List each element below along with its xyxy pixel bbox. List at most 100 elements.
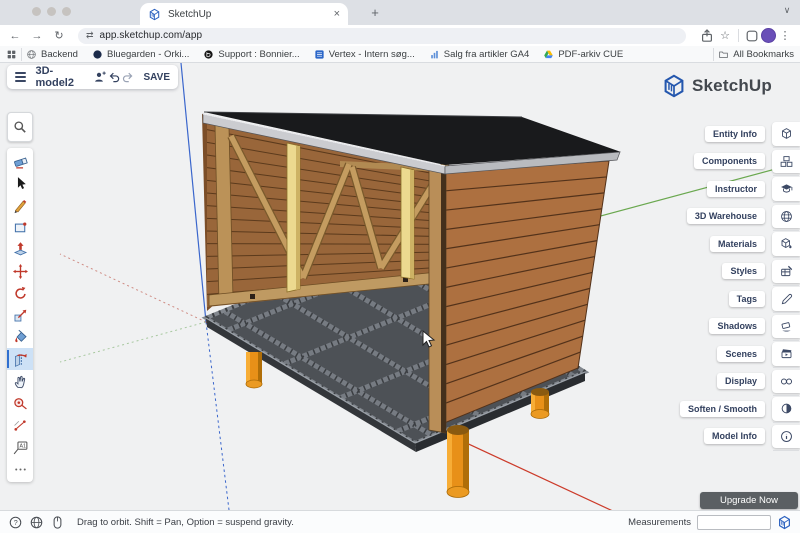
entity-info-panel-button[interactable] [772, 122, 800, 146]
paint-bucket-tool[interactable] [7, 326, 33, 348]
browser-menu-icon[interactable]: ⋮ [776, 28, 794, 44]
sketchup-logo-icon [777, 515, 792, 530]
panel-row-warehouse: 3D Warehouse [680, 205, 800, 229]
forward-button[interactable]: → [26, 30, 48, 42]
bookmark-item[interactable]: Salg fra artikler GA4 [429, 49, 530, 60]
undo-icon[interactable] [107, 69, 121, 85]
line-tool[interactable] [7, 194, 33, 216]
tape-measure-tool[interactable] [7, 392, 33, 414]
sketchup-logo-icon [662, 74, 686, 98]
panel-label: Scenes [717, 346, 765, 362]
panel-label: Components [694, 153, 765, 169]
rotate-tool[interactable] [7, 282, 33, 304]
select-tool[interactable] [7, 172, 33, 194]
search-tool-button[interactable] [7, 112, 33, 142]
help-icon[interactable]: ? [8, 515, 23, 530]
text-label-tool[interactable]: A1 [7, 436, 33, 458]
shadows-icon [779, 319, 794, 334]
bookmark-item[interactable]: Bluegarden - Orki... [92, 49, 189, 60]
circle-black-fav-icon [203, 49, 214, 60]
hand-icon [12, 373, 29, 390]
upgrade-button[interactable]: Upgrade Now [700, 492, 798, 509]
sketchup-favicon [148, 8, 161, 21]
measurements-label: Measurements [628, 517, 691, 528]
right-panel: Entity Info Components Instructor [680, 122, 800, 448]
more-tools-tool[interactable] [7, 458, 33, 480]
push-pull-tool[interactable] [7, 238, 33, 260]
rectangle-tool[interactable] [7, 216, 33, 238]
display-panel-button[interactable] [772, 370, 800, 394]
profile-avatar[interactable] [761, 28, 776, 43]
bookmark-label: Salg fra artikler GA4 [444, 49, 530, 60]
redo-icon[interactable] [121, 69, 135, 85]
panel-row-styles: Styles [680, 260, 800, 284]
bookmark-item[interactable]: Support : Bonnier... [203, 49, 299, 60]
bookmark-star-icon[interactable]: ☆ [716, 28, 734, 44]
mouse-hint-icon [50, 515, 65, 530]
extensions-icon[interactable] [743, 28, 761, 44]
paint-bucket-icon [12, 329, 29, 346]
axis-blue [181, 63, 206, 322]
bookmark-item[interactable]: Backend [26, 49, 78, 60]
save-button[interactable]: SAVE [144, 72, 171, 83]
browser-tab-strip: SketchUp × + ∨ [0, 0, 800, 25]
site-settings-icon[interactable]: ⇄ [86, 30, 94, 41]
tab-title: SketchUp [168, 9, 334, 20]
document-title[interactable]: 3D-model2 [35, 65, 85, 89]
styles-panel-button[interactable] [772, 260, 800, 284]
panel-label: Instructor [707, 181, 765, 197]
eraser-tool[interactable] [7, 150, 33, 172]
panel-label: Soften / Smooth [680, 401, 765, 417]
main-menu-icon[interactable] [15, 70, 26, 84]
bookmark-label: Support : Bonnier... [218, 49, 299, 60]
move-tool[interactable] [7, 260, 33, 282]
panel-label: Model Info [704, 428, 765, 444]
post [246, 352, 262, 388]
circle-navy-fav-icon [92, 49, 103, 60]
dimension-tool[interactable] [7, 414, 33, 436]
instructor-panel-button[interactable] [772, 177, 800, 201]
new-tab-button[interactable]: + [366, 4, 384, 22]
model-info-icon [779, 429, 794, 444]
tape-measure-icon [12, 395, 29, 412]
bookmark-label: Backend [41, 49, 78, 60]
panel-row-model-info: Model Info [680, 425, 800, 449]
language-globe-icon[interactable] [29, 515, 44, 530]
panel-row-soften: Soften / Smooth [680, 397, 800, 421]
status-hint-text: Drag to orbit. Shift = Pan, Option = sus… [77, 517, 294, 528]
panel-label: Shadows [709, 318, 765, 334]
move-icon [12, 263, 29, 280]
components-panel-button[interactable] [772, 150, 800, 174]
panel-row-display: Display [680, 370, 800, 394]
post [531, 388, 549, 419]
add-collaborator-icon[interactable] [93, 69, 107, 85]
bookmark-label: Bluegarden - Orki... [107, 49, 189, 60]
bookmark-item[interactable]: Vertex - Intern søg... [314, 49, 415, 60]
soften-panel-button[interactable] [772, 397, 800, 421]
scale-tool[interactable] [7, 304, 33, 326]
hand-tool[interactable] [7, 370, 33, 392]
window-minimize-button[interactable] [47, 7, 56, 16]
window-close-button[interactable] [32, 7, 41, 16]
shadows-panel-button[interactable] [772, 315, 800, 339]
svg-text:A1: A1 [19, 443, 26, 449]
all-bookmarks-button[interactable]: All Bookmarks [709, 48, 794, 61]
share-icon[interactable] [698, 28, 716, 44]
measurements-input[interactable] [697, 515, 771, 530]
panel-label: Entity Info [705, 126, 765, 142]
tab-close-icon[interactable]: × [334, 8, 340, 20]
window-zoom-button[interactable] [62, 7, 71, 16]
bookmark-item[interactable]: PDF-arkiv CUE [543, 49, 623, 60]
tags-panel-button[interactable] [772, 287, 800, 311]
materials-panel-button[interactable] [772, 232, 800, 256]
scenes-panel-button[interactable] [772, 342, 800, 366]
apps-grid-icon[interactable] [6, 49, 17, 60]
address-bar[interactable]: ⇄ app.sketchup.com/app [78, 28, 686, 44]
warehouse-panel-button[interactable] [772, 205, 800, 229]
reload-button[interactable]: ↻ [48, 29, 70, 42]
model-info-panel-button[interactable] [772, 425, 800, 449]
back-button[interactable]: ← [4, 30, 26, 42]
flip-tool[interactable] [7, 348, 33, 370]
tab-search-chevron-icon[interactable]: ∨ [779, 4, 795, 20]
browser-tab[interactable]: SketchUp × [140, 3, 348, 25]
